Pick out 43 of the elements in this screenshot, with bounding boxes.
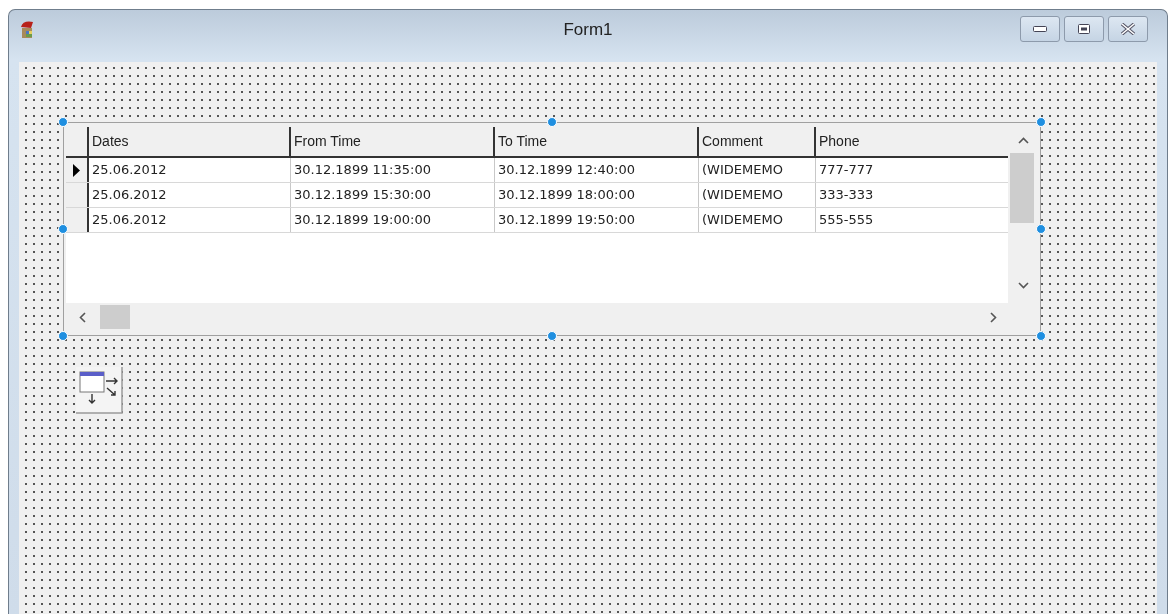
row-indicator[interactable] [66, 158, 89, 182]
table-cell: 30.12.1899 15:30:00 [291, 183, 495, 207]
column-header[interactable]: Dates [89, 127, 291, 156]
data-grid[interactable] [63, 122, 1041, 336]
column-header[interactable]: Comment [699, 127, 816, 156]
maximize-icon [1078, 24, 1090, 34]
selection-handle[interactable] [58, 331, 68, 341]
minimize-button[interactable] [1020, 16, 1060, 42]
current-row-icon [73, 163, 80, 177]
table-cell: 30.12.1899 18:00:00 [495, 183, 699, 207]
close-button[interactable] [1108, 16, 1148, 42]
minimize-icon [1033, 26, 1047, 32]
table-cell: 30.12.1899 19:00:00 [291, 208, 495, 232]
scroll-up-icon[interactable] [1018, 137, 1029, 144]
scroll-thumb[interactable] [100, 305, 130, 329]
column-header[interactable]: To Time [495, 127, 699, 156]
scroll-right-icon[interactable] [990, 312, 997, 323]
selection-handle[interactable] [547, 117, 557, 127]
column-header[interactable]: From Time [291, 127, 495, 156]
table-cell: (WIDEMEMO [699, 158, 816, 182]
table-cell: 25.06.2012 [89, 183, 291, 207]
selection-handle[interactable] [1036, 117, 1046, 127]
table-cell: 30.12.1899 11:35:00 [291, 158, 495, 182]
window-title: Form1 [563, 20, 613, 39]
selection-handle[interactable] [58, 117, 68, 127]
table-cell: (WIDEMEMO [699, 183, 816, 207]
table-cell: (WIDEMEMO [699, 208, 816, 232]
row-indicator[interactable] [66, 208, 89, 232]
selection-handle[interactable] [58, 224, 68, 234]
table-cell: 30.12.1899 12:40:00 [495, 158, 699, 182]
scroll-left-icon[interactable] [79, 312, 86, 323]
selection-handle[interactable] [1036, 331, 1046, 341]
component-icon[interactable] [75, 366, 123, 414]
maximize-button[interactable] [1064, 16, 1104, 42]
row-indicator[interactable] [66, 183, 89, 207]
table-cell: 25.06.2012 [89, 208, 291, 232]
scroll-down-icon[interactable] [1018, 282, 1029, 289]
close-icon [1120, 23, 1136, 35]
table-cell: 30.12.1899 19:50:00 [495, 208, 699, 232]
selection-handle[interactable] [1036, 224, 1046, 234]
scroll-thumb[interactable] [1010, 153, 1034, 223]
table-cell: 25.06.2012 [89, 158, 291, 182]
selection-handle[interactable] [547, 331, 557, 341]
